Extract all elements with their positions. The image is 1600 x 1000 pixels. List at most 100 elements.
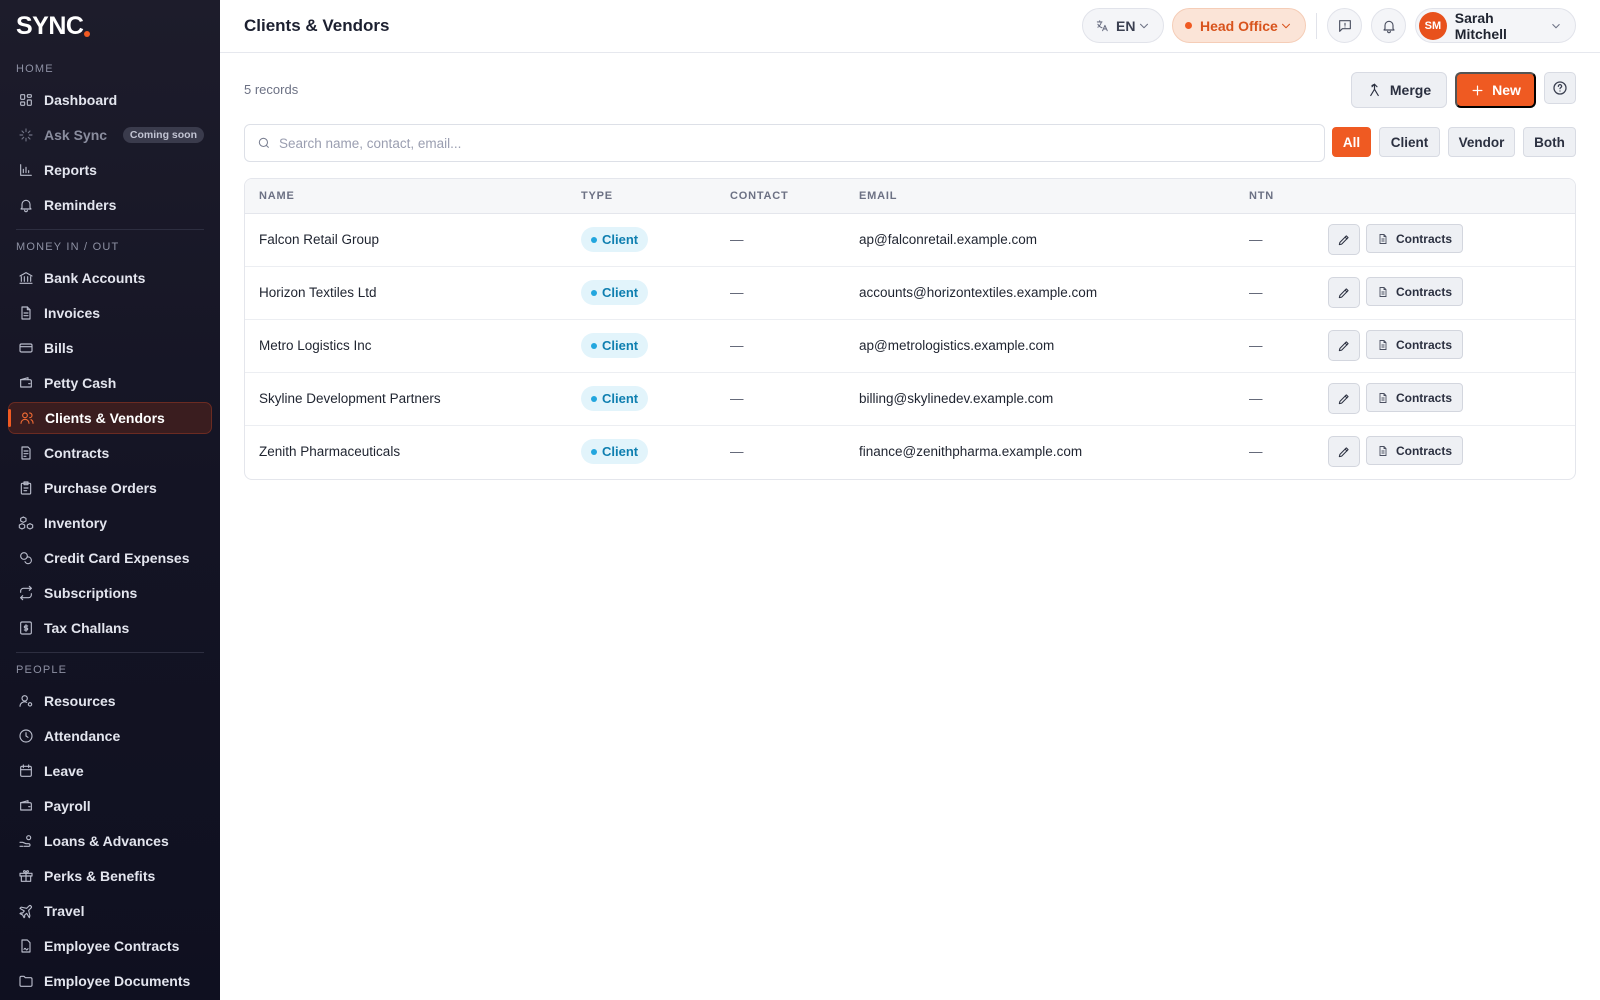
- sidebar-item-subscriptions[interactable]: Subscriptions: [8, 577, 212, 609]
- cell-contact: —: [730, 232, 744, 247]
- table-row[interactable]: Falcon Retail Group Client — ap@falconretai…: [245, 214, 1575, 267]
- cell-email: billing@skylinedev.example.com: [859, 391, 1054, 406]
- type-badge: Client: [581, 439, 649, 464]
- sidebar-item-petty-cash[interactable]: Petty Cash: [8, 367, 212, 399]
- column-header-email[interactable]: EMAIL: [859, 190, 897, 202]
- type-filter-chips: All Client Vendor Both: [1324, 127, 1576, 157]
- type-dot: [591, 448, 597, 455]
- sidebar-item-employee-contracts[interactable]: Employee Contracts: [8, 930, 212, 962]
- header-divider: [1316, 12, 1317, 39]
- sidebar-item-inventory[interactable]: Inventory: [8, 507, 212, 539]
- toolbar-actions: Merge New: [1351, 72, 1576, 108]
- notifications-button[interactable]: [1371, 8, 1406, 43]
- contracts-button[interactable]: Contracts: [1366, 383, 1463, 412]
- sidebar-item-tax-challans[interactable]: Tax Challans: [8, 612, 212, 644]
- edit-button[interactable]: [1328, 277, 1360, 308]
- sidebar-item-label: Tax Challans: [44, 620, 130, 636]
- record-count: 5 records: [244, 82, 299, 97]
- toolbar: 5 records Merge New: [220, 53, 1600, 123]
- table-row[interactable]: Skyline Development Partners Client — billi…: [245, 373, 1575, 426]
- search-box: [244, 124, 1325, 162]
- pencil-icon: [1338, 393, 1349, 404]
- column-header-name[interactable]: NAME: [259, 190, 295, 202]
- dashboard-icon: [18, 92, 34, 108]
- document-icon: [1379, 445, 1387, 456]
- cell-ntn: —: [1249, 232, 1263, 247]
- sidebar-item-bills[interactable]: Bills: [8, 332, 212, 364]
- contracts-button[interactable]: Contracts: [1366, 224, 1463, 253]
- sidebar-item-perks-and-benefits[interactable]: Perks & Benefits: [8, 860, 212, 892]
- new-button[interactable]: New: [1455, 72, 1536, 108]
- filter-client[interactable]: Client: [1379, 127, 1440, 157]
- type-label: Client: [602, 391, 639, 406]
- clients-table: NAME TYPE CONTACT EMAIL NTN Falcon Retai…: [244, 178, 1576, 480]
- table-row[interactable]: Horizon Textiles Ltd Client — accounts@hori…: [245, 267, 1575, 320]
- help-button[interactable]: [1544, 72, 1576, 104]
- edit-button[interactable]: [1328, 330, 1360, 361]
- merge-button[interactable]: Merge: [1351, 72, 1447, 108]
- language-selector[interactable]: EN: [1082, 8, 1164, 43]
- user-menu[interactable]: SM Sarah Mitchell: [1415, 8, 1576, 43]
- hand-coins-icon: [18, 833, 34, 849]
- sidebar-item-travel[interactable]: Travel: [8, 895, 212, 927]
- clock-icon: [18, 728, 34, 744]
- users-icon: [19, 410, 35, 426]
- sidebar-item-purchase-orders[interactable]: Purchase Orders: [8, 472, 212, 504]
- contracts-button[interactable]: Contracts: [1366, 330, 1463, 359]
- contracts-button[interactable]: Contracts: [1366, 436, 1463, 465]
- search-input[interactable]: [279, 135, 1279, 151]
- file-signature-icon: [18, 938, 34, 954]
- brand-logo[interactable]: SYNC: [0, 0, 220, 52]
- filter-vendor[interactable]: Vendor: [1448, 127, 1515, 157]
- edit-button[interactable]: [1328, 383, 1360, 414]
- sidebar-item-label: Perks & Benefits: [44, 868, 156, 884]
- sidebar-item-bank-accounts[interactable]: Bank Accounts: [8, 262, 212, 294]
- sidebar-item-dashboard[interactable]: Dashboard: [8, 84, 212, 116]
- message-icon: [1337, 18, 1353, 34]
- sidebar-item-reminders[interactable]: Reminders: [8, 189, 212, 221]
- sidebar-item-invoices[interactable]: Invoices: [8, 297, 212, 329]
- sidebar-item-loans-and-advances[interactable]: Loans & Advances: [8, 825, 212, 857]
- type-label: Client: [602, 444, 639, 459]
- filter-both[interactable]: Both: [1523, 127, 1576, 157]
- plus-icon: [1472, 85, 1483, 95]
- type-badge: Client: [581, 280, 649, 305]
- office-status-dot: [1185, 22, 1192, 29]
- merge-icon: [1370, 83, 1379, 96]
- sidebar-item-leave[interactable]: Leave: [8, 755, 212, 787]
- folder-icon: [18, 973, 34, 989]
- office-selector[interactable]: Head Office: [1172, 8, 1306, 43]
- table-body: Falcon Retail Group Client — ap@falconretai…: [245, 214, 1575, 479]
- sidebar-item-payroll[interactable]: Payroll: [8, 790, 212, 822]
- contracts-button[interactable]: Contracts: [1366, 277, 1463, 306]
- column-header-contact[interactable]: CONTACT: [730, 190, 789, 202]
- type-label: Client: [602, 232, 639, 247]
- boxes-icon: [18, 515, 34, 531]
- table-row[interactable]: Metro Logistics Inc Client — ap@metrologist…: [245, 320, 1575, 373]
- header-actions: EN Head Office SM Sarah Mitchell: [1082, 8, 1576, 43]
- edit-button[interactable]: [1328, 436, 1360, 467]
- sidebar-item-label: Clients & Vendors: [45, 410, 165, 426]
- sidebar-item-ask-sync[interactable]: Ask Sync Coming soon: [8, 119, 212, 151]
- column-header-type[interactable]: TYPE: [581, 190, 613, 202]
- sidebar-item-attendance[interactable]: Attendance: [8, 720, 212, 752]
- cell-name: Horizon Textiles Ltd: [259, 285, 377, 300]
- cell-email: ap@falconretail.example.com: [859, 232, 1038, 247]
- column-header-ntn[interactable]: NTN: [1249, 190, 1274, 202]
- document-icon: [1379, 286, 1387, 297]
- sidebar-item-label: Reminders: [44, 197, 117, 213]
- filter-all[interactable]: All: [1332, 127, 1371, 157]
- sidebar-item-employee-documents[interactable]: Employee Documents: [8, 965, 212, 997]
- sidebar-item-reports[interactable]: Reports: [8, 154, 212, 186]
- messages-button[interactable]: [1327, 8, 1362, 43]
- sidebar-item-clients-and-vendors[interactable]: Clients & Vendors: [8, 402, 212, 434]
- sidebar-item-contracts[interactable]: Contracts: [8, 437, 212, 469]
- sidebar-item-label: Attendance: [44, 728, 121, 744]
- type-dot: [591, 236, 597, 243]
- sidebar-item-credit-card-expenses[interactable]: Credit Card Expenses: [8, 542, 212, 574]
- edit-button[interactable]: [1328, 224, 1360, 255]
- brand-dot: [84, 31, 91, 37]
- sidebar-item-label: Bills: [44, 340, 74, 356]
- table-row[interactable]: Zenith Pharmaceuticals Client — finance@zen…: [245, 426, 1575, 479]
- sidebar-item-resources[interactable]: Resources: [8, 685, 212, 717]
